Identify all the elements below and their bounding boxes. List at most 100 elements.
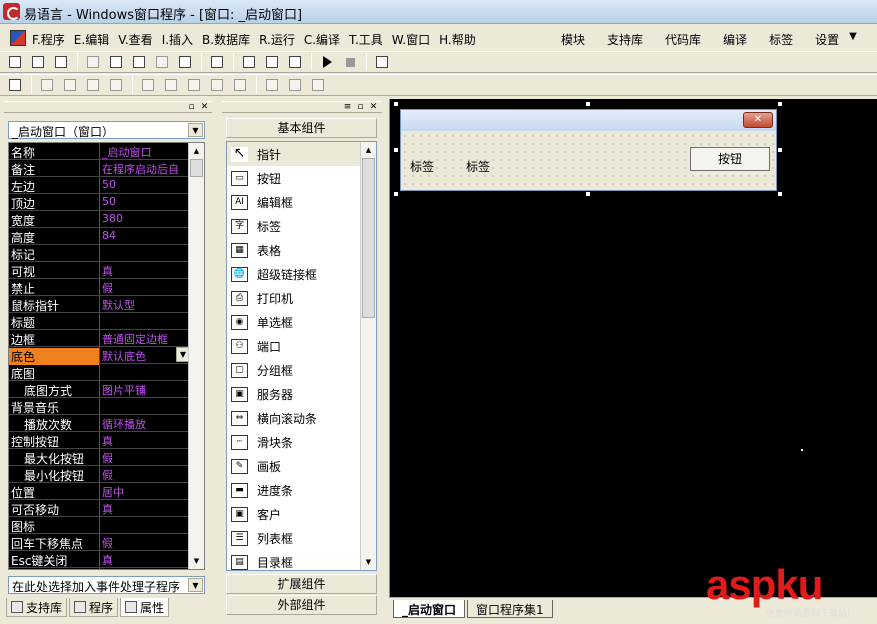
h-space-icon[interactable] xyxy=(263,76,281,94)
pin-icon[interactable]: ▫ xyxy=(355,102,366,113)
align-right-icon[interactable] xyxy=(84,76,102,94)
scroll-thumb[interactable] xyxy=(362,158,375,318)
component-item[interactable]: ↖ 指针 xyxy=(227,142,362,166)
property-row[interactable]: 背景音乐 xyxy=(9,398,190,415)
property-value[interactable]: 图片平铺 xyxy=(102,382,190,398)
component-item[interactable]: ▬ 进度条 xyxy=(227,478,362,502)
property-row[interactable]: 顶边 50 xyxy=(9,194,190,211)
menu-tools[interactable]: T.工具 xyxy=(349,31,383,48)
layout-1-icon[interactable] xyxy=(240,53,258,71)
design-canvas[interactable]: ✕ 标签 标签 按钮 xyxy=(389,99,877,597)
property-row[interactable]: 高度 84 xyxy=(9,228,190,245)
property-row[interactable]: 宽度 380 xyxy=(9,211,190,228)
property-row[interactable]: 名称 _启动窗口 xyxy=(9,143,190,160)
resize-handle[interactable] xyxy=(585,191,591,197)
run-icon[interactable] xyxy=(318,53,336,71)
component-item[interactable]: ▦ 表格 xyxy=(227,238,362,262)
same-width-icon[interactable] xyxy=(185,76,203,94)
component-item[interactable]: ┄ 滑块条 xyxy=(227,430,362,454)
property-row[interactable]: 底色 默认底色 ▼ xyxy=(9,347,190,365)
component-item[interactable]: AI 编辑框 xyxy=(227,190,362,214)
property-value[interactable]: 在程序启动后自 xyxy=(102,161,190,177)
scroll-thumb[interactable] xyxy=(190,159,203,177)
scroll-down-icon[interactable]: ▼ xyxy=(190,554,203,568)
menu-help[interactable]: H.帮助 xyxy=(439,31,476,48)
component-item[interactable]: ◉ 单选框 xyxy=(227,310,362,334)
property-row[interactable]: 左边 50 xyxy=(9,177,190,194)
menu-icon[interactable]: ≡ xyxy=(342,102,353,113)
property-value[interactable]: 假 xyxy=(102,467,190,483)
form-label-1[interactable]: 标签 xyxy=(410,158,434,175)
property-value[interactable]: 假 xyxy=(102,450,190,466)
scroll-up-icon[interactable]: ▲ xyxy=(190,144,203,158)
event-select[interactable]: 在此处选择加入事件处理子程序 ▼ xyxy=(8,576,205,594)
group-basic-components[interactable]: 基本组件 xyxy=(226,118,377,138)
property-row[interactable]: 最小化按钮 假 xyxy=(9,466,190,483)
property-row[interactable]: 标记 xyxy=(9,245,190,262)
pin-icon[interactable]: ▫ xyxy=(186,102,197,113)
property-value[interactable]: 默认型 xyxy=(102,297,190,313)
resize-handle[interactable] xyxy=(777,101,783,107)
group-extended-components[interactable]: 扩展组件 xyxy=(226,574,377,594)
same-size-icon[interactable] xyxy=(231,76,249,94)
chevron-down-icon[interactable]: ▼ xyxy=(188,578,203,592)
component-item[interactable]: ⇔ 横向滚动条 xyxy=(227,406,362,430)
settings-dropdown-icon[interactable]: ▼ xyxy=(849,31,857,48)
form-icon[interactable] xyxy=(6,76,24,94)
component-item[interactable]: ✎ 画板 xyxy=(227,454,362,478)
property-row[interactable]: 禁止 假 xyxy=(9,279,190,296)
property-value[interactable]: 真 xyxy=(102,433,190,449)
property-row[interactable]: 可视 真 xyxy=(9,262,190,279)
resize-handle[interactable] xyxy=(585,101,591,107)
preview-icon[interactable] xyxy=(208,53,226,71)
menu-build[interactable]: 编译 xyxy=(723,31,747,48)
resize-handle[interactable] xyxy=(777,191,783,197)
property-row[interactable]: 标题 xyxy=(9,313,190,330)
layout-2-icon[interactable] xyxy=(263,53,281,71)
property-value[interactable]: _启动窗口 xyxy=(102,144,190,160)
tab-program[interactable]: 程序 xyxy=(69,598,119,617)
paste-icon[interactable] xyxy=(130,53,148,71)
menu-module[interactable]: 模块 xyxy=(561,31,585,48)
property-value[interactable]: 真 xyxy=(102,552,190,568)
v-space-icon[interactable] xyxy=(286,76,304,94)
undo-icon[interactable] xyxy=(176,53,194,71)
find-icon[interactable] xyxy=(373,53,391,71)
redo-icon[interactable] xyxy=(153,53,171,71)
property-row[interactable]: 位置 居中 xyxy=(9,483,190,500)
center-icon[interactable] xyxy=(309,76,327,94)
align-left-icon[interactable] xyxy=(38,76,56,94)
property-value[interactable]: 84 xyxy=(102,229,190,242)
align-middle-icon[interactable] xyxy=(139,76,157,94)
property-row[interactable]: 回车下移焦点 假 xyxy=(9,534,190,551)
property-row[interactable]: 底图 xyxy=(9,364,190,381)
copy-icon[interactable] xyxy=(107,53,125,71)
menu-program[interactable]: F.程序 xyxy=(32,31,65,48)
property-row[interactable]: Esc键关闭 真 xyxy=(9,551,190,568)
component-item[interactable]: ☰ 列表框 xyxy=(227,526,362,550)
property-value[interactable]: 居中 xyxy=(102,484,190,500)
component-item[interactable]: ⚇ 端口 xyxy=(227,334,362,358)
menu-run[interactable]: R.运行 xyxy=(259,31,295,48)
menu-view[interactable]: V.查看 xyxy=(118,31,152,48)
tab-start-window[interactable]: _启动窗口 xyxy=(393,600,466,618)
menu-edit[interactable]: E.编辑 xyxy=(74,31,109,48)
component-item[interactable]: ▭ 按钮 xyxy=(227,166,362,190)
property-row[interactable]: 可否移动 真 xyxy=(9,500,190,517)
form-button[interactable]: 按钮 xyxy=(690,147,770,171)
align-bottom-icon[interactable] xyxy=(162,76,180,94)
property-row[interactable]: 鼠标指针 默认型 xyxy=(9,296,190,313)
menu-window[interactable]: W.窗口 xyxy=(392,31,430,48)
tab-properties[interactable]: 属性 xyxy=(120,598,170,617)
property-value[interactable]: 50 xyxy=(102,178,190,191)
document-icon[interactable] xyxy=(10,30,26,46)
property-row[interactable]: 最大化按钮 假 xyxy=(9,449,190,466)
property-value[interactable]: 假 xyxy=(102,535,190,551)
component-item[interactable]: ⎙ 打印机 xyxy=(227,286,362,310)
object-select[interactable]: _启动窗口（窗口） ▼ xyxy=(8,121,205,139)
menu-code-lib[interactable]: 代码库 xyxy=(665,31,701,48)
new-file-icon[interactable] xyxy=(6,53,24,71)
form-title-bar[interactable]: ✕ xyxy=(401,110,776,131)
property-value[interactable]: 50 xyxy=(102,195,190,208)
stop-icon[interactable] xyxy=(341,53,359,71)
